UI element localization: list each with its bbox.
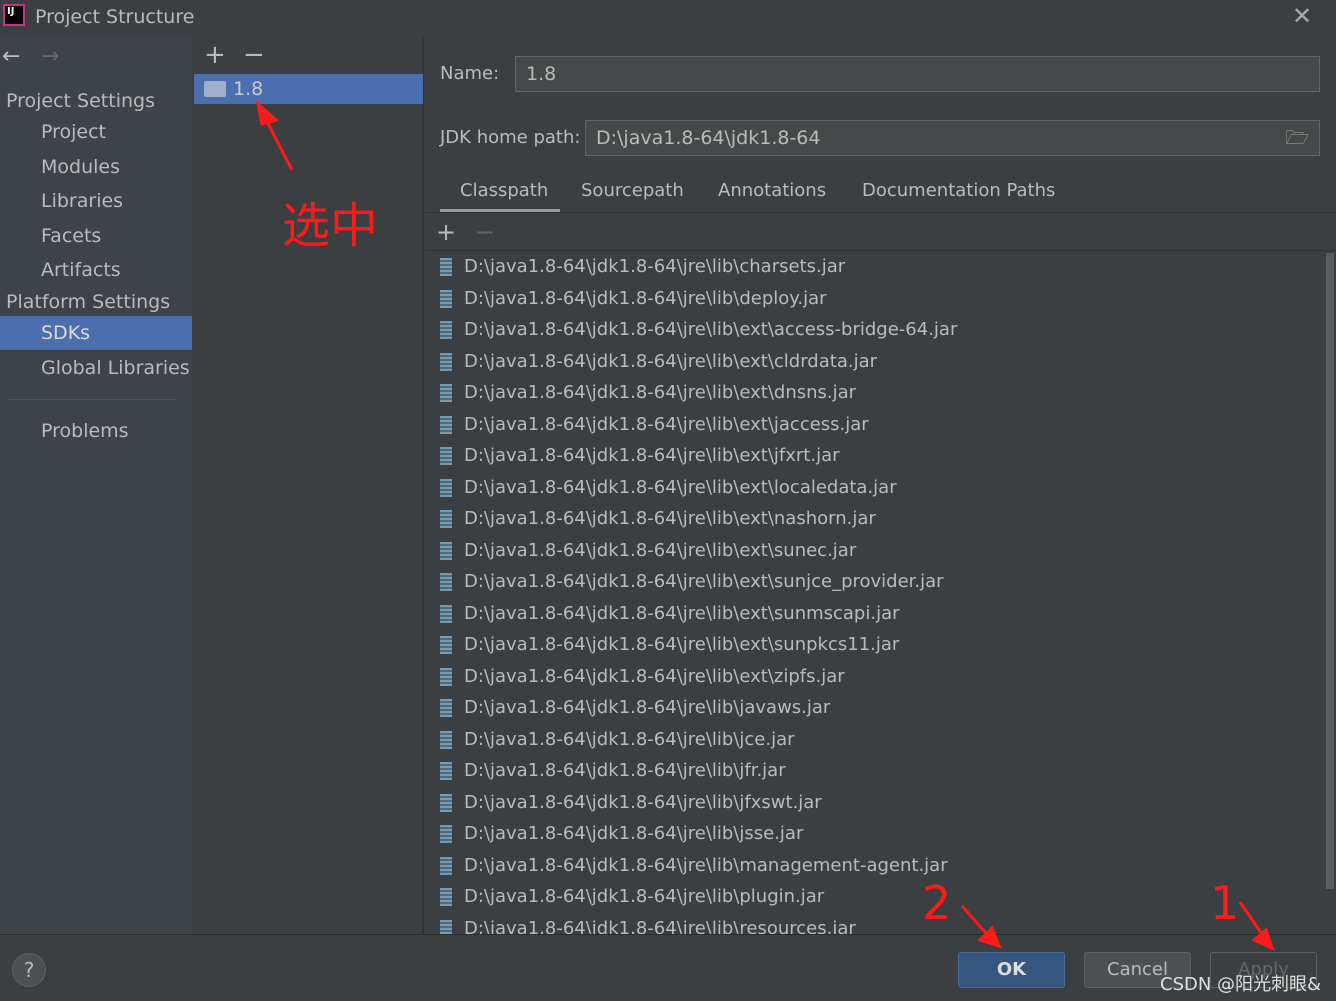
annotation-arrows (255, 99, 1275, 951)
step-1-annotation: 1 (1210, 876, 1240, 930)
step-2-annotation: 2 (922, 876, 952, 930)
watermark: CSDN @阳光刺眼& (1160, 974, 1322, 995)
selected-annotation: 选中 (282, 198, 379, 254)
